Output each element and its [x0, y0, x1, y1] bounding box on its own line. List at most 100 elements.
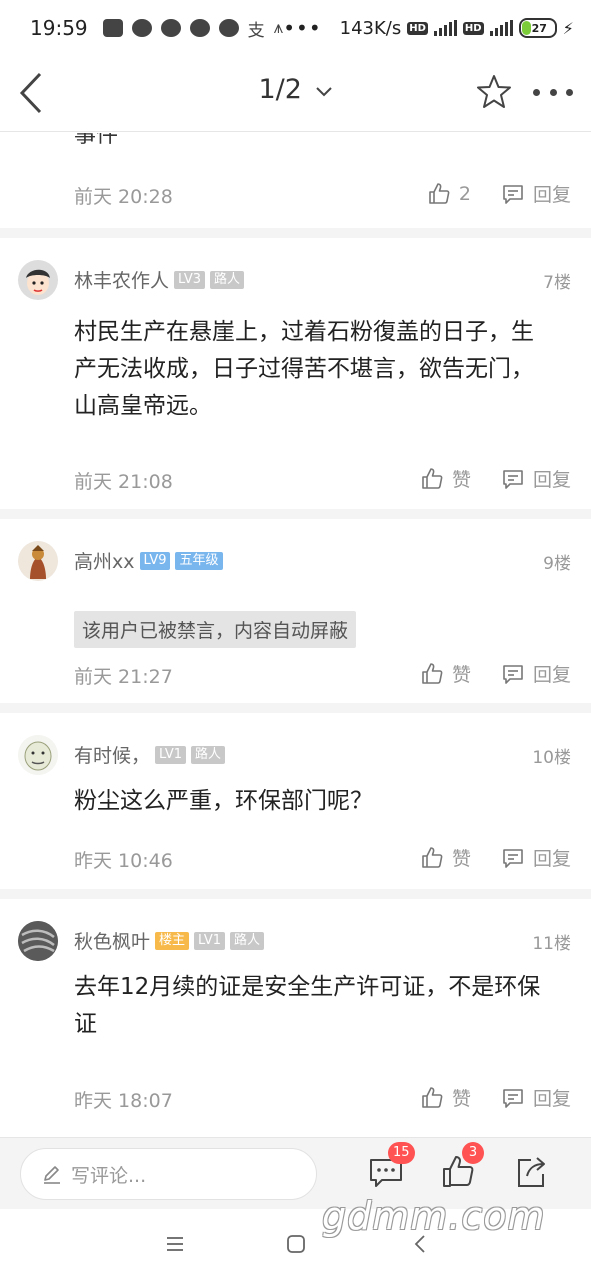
- like-label: 赞: [451, 1088, 471, 1110]
- wechat-notification-icon: [189, 19, 210, 37]
- favorite-star-icon[interactable]: [476, 74, 512, 110]
- rank-badge: 路人: [210, 270, 245, 289]
- wechat-notification-icon: [131, 19, 152, 37]
- floor-number: 7楼: [543, 273, 571, 293]
- comment-time: 前天 20:28: [74, 186, 173, 208]
- thumbs-up-icon: [422, 662, 443, 684]
- comment-time: 前天 21:08: [74, 471, 173, 493]
- user-name[interactable]: 秋色枫叶: [74, 927, 150, 954]
- wechat-notification-icon: [218, 19, 239, 37]
- status-bar: 19:59 支 ⩚ ••• 143K/s HD HD 27 ⚡: [0, 0, 591, 56]
- reply-button[interactable]: 回复: [501, 1084, 571, 1111]
- comment-item: 有时候， LV1 路人 10楼 粉尘这么严重，环保部门呢？ 昨天 10:46 赞…: [0, 713, 591, 899]
- comments-button[interactable]: 15: [368, 1142, 415, 1190]
- like-button[interactable]: 2: [427, 182, 471, 206]
- thumbs-up-icon: [429, 182, 450, 204]
- like-button[interactable]: 赞: [420, 1084, 471, 1111]
- rank-badge: 路人: [191, 745, 226, 764]
- signal-icon: [489, 20, 513, 36]
- user-name[interactable]: 有时候，: [74, 741, 150, 768]
- like-label: 赞: [451, 664, 471, 686]
- rank-badge: 五年级: [175, 551, 223, 570]
- level-badge: LV1: [194, 931, 226, 950]
- reply-comment-icon: [503, 184, 523, 204]
- comment-list: 事件 前天 20:28 2 回复 林丰农作人 LV3 路人 7楼 村民生产在悬崖…: [0, 133, 591, 1137]
- like-post-button[interactable]: 3: [440, 1142, 484, 1190]
- comment-time: 昨天 18:07: [74, 1090, 173, 1112]
- menu-icon[interactable]: [164, 1233, 186, 1255]
- comment-placeholder: 写评论...: [71, 1164, 147, 1187]
- share-button[interactable]: [513, 1154, 549, 1190]
- status-time: 19:59: [30, 16, 88, 40]
- thumbs-up-icon: [422, 467, 443, 489]
- comment-time: 前天 21:27: [74, 666, 173, 688]
- avatar[interactable]: [18, 541, 58, 581]
- reply-button[interactable]: 回复: [501, 465, 571, 492]
- reply-label: 回复: [532, 1088, 571, 1110]
- hd-icon: HD: [462, 21, 484, 35]
- banned-notice: 该用户已被禁言，内容自动屏蔽: [74, 611, 357, 648]
- like-label: 赞: [451, 848, 471, 870]
- avatar[interactable]: [18, 735, 58, 775]
- top-nav-bar: 1/2: [0, 56, 591, 132]
- comment-item-partial: 事件 前天 20:28 2 回复: [0, 133, 591, 238]
- reply-button[interactable]: 回复: [501, 844, 571, 871]
- page-indicator: 1/2: [258, 74, 302, 105]
- like-label: 赞: [451, 469, 471, 491]
- app-notification-icon: ⩚: [273, 18, 284, 38]
- reply-label: 回复: [532, 664, 571, 686]
- battery-level: 27: [531, 21, 547, 35]
- comment-text: 粉尘这么严重，环保部门呢？: [74, 788, 373, 814]
- comment-text: 去年12月续的证是安全生产许可证，不是环保证: [74, 974, 541, 1037]
- floor-number: 9楼: [543, 554, 571, 574]
- user-name[interactable]: 高州xx: [74, 547, 135, 574]
- comment-count-badge: 15: [388, 1142, 415, 1164]
- alipay-notification-icon: 支: [247, 20, 265, 41]
- level-badge: LV9: [139, 551, 171, 570]
- avatar[interactable]: [18, 260, 58, 300]
- rank-badge: 路人: [230, 931, 265, 950]
- level-badge: LV3: [174, 270, 205, 289]
- reply-button[interactable]: 回复: [501, 180, 571, 207]
- battery-icon: 27: [518, 18, 557, 38]
- reply-comment-icon: [503, 469, 523, 489]
- like-button[interactable]: 赞: [420, 844, 471, 871]
- watermark: gdmm.com: [322, 1194, 546, 1238]
- reply-label: 回复: [532, 848, 571, 870]
- floor-number: 11楼: [532, 934, 571, 954]
- reply-button[interactable]: 回复: [501, 660, 571, 687]
- like-count: 2: [458, 182, 471, 205]
- hd-icon: HD: [407, 21, 428, 35]
- like-count-badge: 3: [462, 1142, 484, 1164]
- reply-comment-icon: [503, 1088, 523, 1108]
- pencil-icon: [44, 1166, 60, 1184]
- level-badge: LV1: [155, 745, 186, 764]
- home-icon[interactable]: [285, 1233, 307, 1255]
- write-comment-input[interactable]: 写评论...: [20, 1148, 317, 1200]
- more-notifications-icon: •••: [283, 16, 322, 40]
- message-notification-icon: [102, 19, 123, 37]
- avatar[interactable]: [18, 921, 58, 961]
- user-name[interactable]: 林丰农作人: [74, 266, 169, 293]
- comment-time: 昨天 10:46: [74, 850, 173, 872]
- reply-label: 回复: [532, 184, 571, 206]
- signal-icon: [433, 20, 457, 36]
- thumbs-up-icon: [422, 1086, 443, 1108]
- comment-text: 村民生产在悬崖上，过着石粉復盖的日子，生产无法收成，日子过得苦不堪言，欲告无门，…: [74, 319, 534, 419]
- original-poster-badge: 楼主: [155, 931, 190, 950]
- more-options-icon[interactable]: [533, 86, 573, 98]
- like-button[interactable]: 赞: [420, 465, 471, 492]
- like-button[interactable]: 赞: [420, 660, 471, 687]
- comment-item: 高州xx LV9 五年级 9楼 该用户已被禁言，内容自动屏蔽 前天 21:27 …: [0, 519, 591, 713]
- reply-comment-icon: [503, 664, 523, 684]
- reply-comment-icon: [503, 848, 523, 868]
- wechat-notification-icon: [160, 19, 181, 37]
- reply-label: 回复: [532, 469, 571, 491]
- thumbs-up-icon: [422, 846, 443, 868]
- network-speed: 143K/s: [339, 17, 402, 39]
- share-icon: [518, 1157, 545, 1187]
- chevron-down-icon: [315, 86, 332, 96]
- comment-text: 事件: [74, 133, 119, 148]
- comment-item: 秋色枫叶 楼主 LV1 路人 11楼 去年12月续的证是安全生产许可证，不是环保…: [0, 899, 591, 1137]
- floor-number: 10楼: [532, 748, 571, 768]
